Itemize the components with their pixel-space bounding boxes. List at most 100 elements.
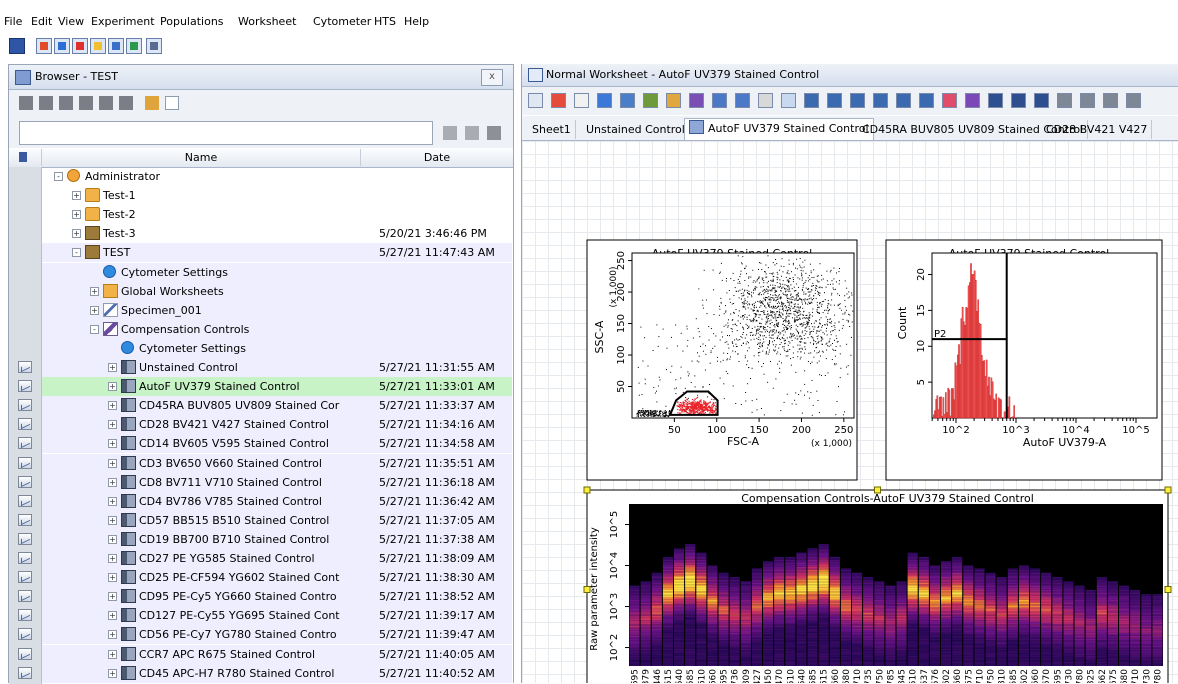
expand-icon[interactable]: + — [108, 573, 117, 582]
collapse-icon[interactable]: - — [72, 248, 81, 257]
chart-glyph-icon[interactable] — [18, 609, 32, 621]
new-folder-icon[interactable] — [79, 96, 93, 110]
expand-icon[interactable]: + — [90, 287, 99, 296]
tree-row[interactable]: +AutoF UV379 Stained Control5/27/21 11:3… — [42, 377, 512, 396]
expand-icon[interactable]: + — [108, 401, 117, 410]
tree-row[interactable]: +CD14 BV605 V595 Stained Control5/27/21 … — [42, 434, 512, 453]
tree-row[interactable]: +CD95 PE-Cy5 YG660 Stained Contro5/27/21… — [42, 587, 512, 606]
tree-row[interactable]: -Administrator — [42, 167, 512, 186]
browser-toggle-icon[interactable] — [36, 38, 52, 54]
text-icon[interactable] — [1034, 93, 1049, 108]
expand-icon[interactable]: + — [108, 439, 117, 448]
heatmap-icon[interactable] — [689, 93, 704, 108]
collapse-icon[interactable]: - — [90, 325, 99, 334]
export-icon[interactable] — [574, 93, 589, 108]
new-specimen-icon[interactable] — [39, 96, 53, 110]
tree-row[interactable]: +CD127 PE-Cy55 YG695 Stained Cont5/27/21… — [42, 606, 512, 625]
menu-cytometer[interactable]: Cytometer — [313, 15, 371, 28]
acquisition-icon[interactable] — [90, 38, 106, 54]
expand-icon[interactable]: + — [108, 516, 117, 525]
new-worksheet-icon[interactable] — [99, 96, 113, 110]
expand-icon[interactable]: + — [108, 478, 117, 487]
tree-row[interactable]: +Unstained Control5/27/21 11:31:55 AM — [42, 358, 512, 377]
new-tube-icon[interactable] — [59, 96, 73, 110]
tree-row[interactable]: +CD57 BB515 B510 Stained Control5/27/21 … — [42, 511, 512, 530]
align-right-icon[interactable] — [1080, 93, 1095, 108]
add-plot-icon[interactable] — [942, 93, 957, 108]
tree-row[interactable]: -Compensation Controls — [42, 320, 512, 339]
expand-icon[interactable]: + — [72, 229, 81, 238]
tree-row[interactable]: +CD3 BV650 V660 Stained Control5/27/21 1… — [42, 454, 512, 473]
expand-icon[interactable]: + — [90, 306, 99, 315]
expand-icon[interactable]: + — [108, 650, 117, 659]
align-left-icon[interactable] — [1057, 93, 1072, 108]
expand-icon[interactable]: + — [108, 459, 117, 468]
expand-icon[interactable]: + — [108, 554, 117, 563]
filter-icon[interactable] — [465, 126, 479, 140]
column-header-name[interactable]: Name — [42, 149, 361, 166]
pdf-icon[interactable] — [551, 93, 566, 108]
tree-row[interactable]: +CD25 PE-CF594 YG602 Stained Cont5/27/21… — [42, 568, 512, 587]
chart-glyph-icon[interactable] — [18, 476, 32, 488]
align-top-icon[interactable] — [1103, 93, 1118, 108]
tab-1[interactable]: Unstained Control — [582, 120, 690, 139]
open-folder-icon[interactable] — [145, 96, 159, 110]
chart-glyph-icon[interactable] — [18, 667, 32, 679]
tree-row[interactable]: +CD45 APC-H7 R780 Stained Control5/27/21… — [42, 664, 512, 683]
tree-row[interactable]: +CD28 BV421 V427 Stained Control5/27/21 … — [42, 415, 512, 434]
column-header-indicator[interactable] — [9, 149, 42, 166]
inspector-icon[interactable] — [72, 38, 88, 54]
tab-0[interactable]: Sheet1 — [528, 120, 576, 139]
chart-glyph-icon[interactable] — [18, 514, 32, 526]
tree-row[interactable]: +Test-1 — [42, 186, 512, 205]
quad-gate-icon[interactable] — [873, 93, 888, 108]
polygon-gate-icon[interactable] — [804, 93, 819, 108]
chart-glyph-icon[interactable] — [18, 380, 32, 392]
interval-gate-icon[interactable] — [850, 93, 865, 108]
chart-glyph-icon[interactable] — [18, 590, 32, 602]
tree-row[interactable]: +CD45RA BUV805 UV809 Stained Cor5/27/21 … — [42, 396, 512, 415]
new-experiment-icon[interactable] — [19, 96, 33, 110]
chart-glyph-icon[interactable] — [18, 495, 32, 507]
menu-worksheet[interactable]: Worksheet — [238, 15, 296, 28]
tree-row[interactable]: +Test-2 — [42, 205, 512, 224]
expand-icon[interactable]: + — [108, 420, 117, 429]
chart-glyph-icon[interactable] — [18, 628, 32, 640]
expand-icon[interactable]: + — [108, 497, 117, 506]
expand-icon[interactable]: + — [108, 669, 117, 678]
expand-icon[interactable]: + — [108, 535, 117, 544]
chart-glyph-icon[interactable] — [18, 571, 32, 583]
tree-row[interactable]: +Global Worksheets — [42, 282, 512, 301]
chart-glyph-icon[interactable] — [18, 361, 32, 373]
column-header-date[interactable]: Date — [361, 149, 513, 166]
menu-file[interactable]: File — [4, 15, 22, 28]
chart-glyph-icon[interactable] — [18, 648, 32, 660]
print-icon[interactable] — [528, 93, 543, 108]
layout-icon[interactable] — [146, 38, 162, 54]
menu-hts[interactable]: HTS — [374, 15, 396, 28]
menu-help[interactable]: Help — [404, 15, 429, 28]
tree-row[interactable]: Cytometer Settings — [42, 339, 512, 358]
menu-populations[interactable]: Populations — [160, 15, 224, 28]
statistics-icon[interactable] — [126, 38, 142, 54]
chart-glyph-icon[interactable] — [18, 399, 32, 411]
pointer-icon[interactable] — [597, 93, 612, 108]
close-button[interactable]: x — [481, 69, 503, 86]
expand-icon[interactable]: + — [72, 210, 81, 219]
expand-icon[interactable]: + — [108, 363, 117, 372]
tree-row[interactable]: +CCR7 APC R675 Stained Control5/27/21 11… — [42, 645, 512, 664]
menu-experiment[interactable]: Experiment — [91, 15, 155, 28]
tree-row[interactable]: +CD8 BV711 V710 Stained Control5/27/21 1… — [42, 473, 512, 492]
tree-row[interactable]: +CD27 PE YG585 Stained Control5/27/21 11… — [42, 549, 512, 568]
snap-gate-icon[interactable] — [827, 93, 842, 108]
table-icon[interactable] — [758, 93, 773, 108]
stats-icon[interactable] — [781, 93, 796, 108]
split-icon[interactable] — [919, 93, 934, 108]
zoom-in-icon[interactable] — [712, 93, 727, 108]
menu-edit[interactable]: Edit — [31, 15, 52, 28]
chart-glyph-icon[interactable] — [18, 418, 32, 430]
collapse-icon[interactable]: - — [54, 172, 63, 181]
tree-row[interactable]: -TEST5/27/21 11:47:43 AM — [42, 243, 512, 262]
contour-plot-icon[interactable] — [643, 93, 658, 108]
expand-icon[interactable]: + — [108, 611, 117, 620]
